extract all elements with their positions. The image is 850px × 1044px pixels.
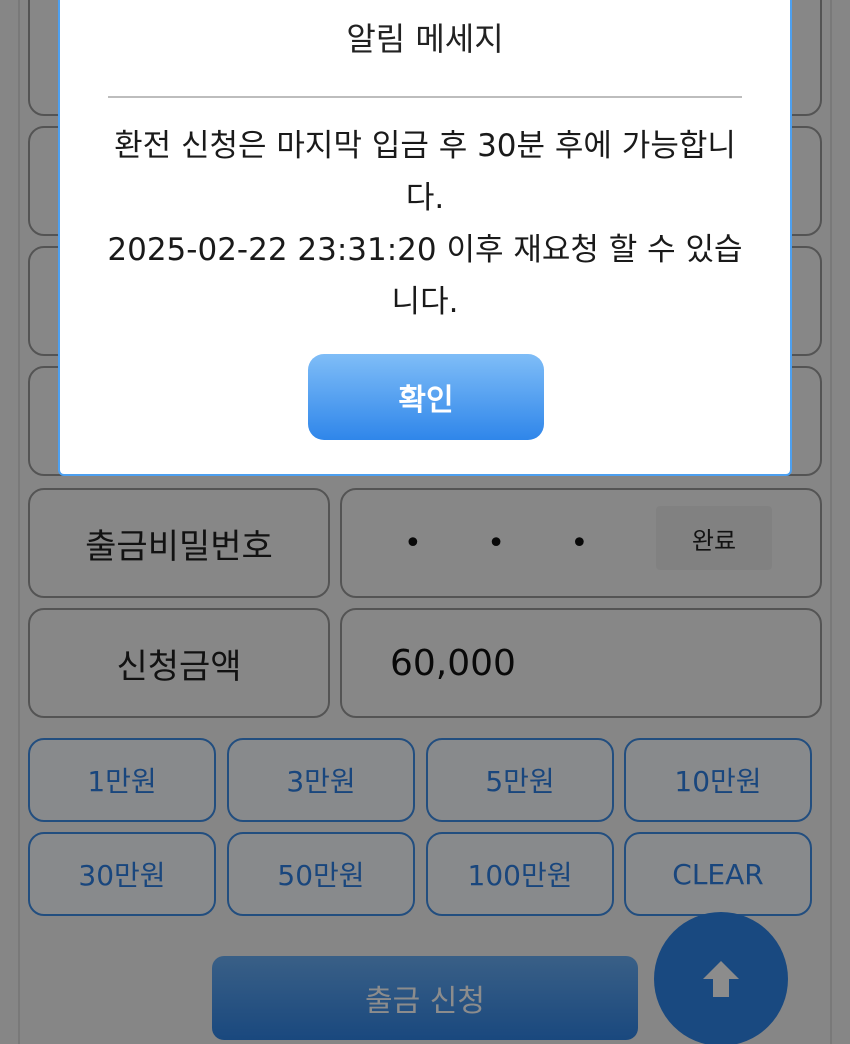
dialog-title: 알림 메세지 [346, 20, 504, 58]
dialog-message-line1: 환전 신청은 마지막 입금 후 30분 후에 가능합니다. [114, 128, 736, 216]
confirm-button[interactable]: 확인 [308, 354, 544, 440]
dialog-message: 환전 신청은 마지막 입금 후 30분 후에 가능합니다. 2025-02-22… [100, 120, 750, 328]
dialog-divider [108, 96, 742, 98]
alert-dialog: 알림 메세지 환전 신청은 마지막 입금 후 30분 후에 가능합니다. 202… [58, 0, 792, 476]
dialog-message-line2: 2025-02-22 23:31:20 이후 재요청 할 수 있습니다. [107, 232, 743, 320]
